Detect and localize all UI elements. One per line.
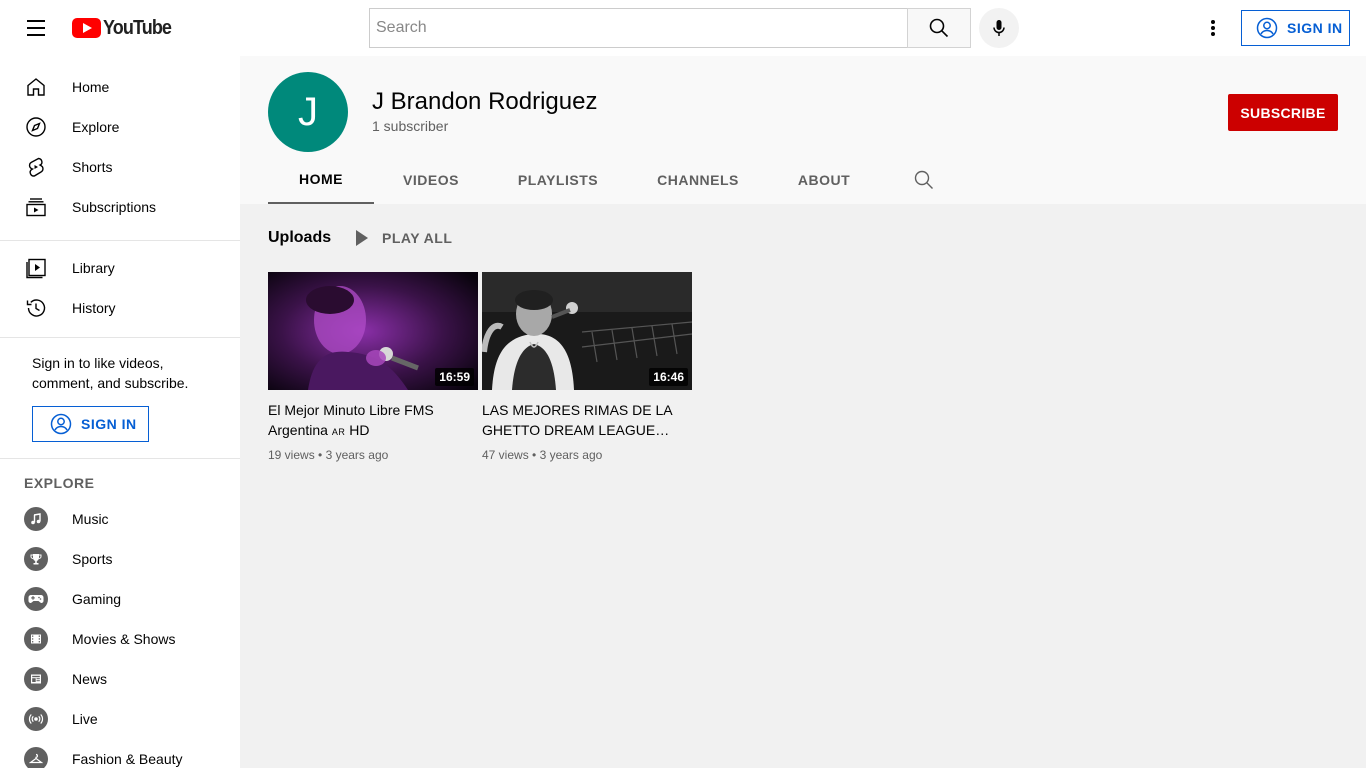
- sidebar-item-movies-shows[interactable]: Movies & Shows: [0, 619, 240, 659]
- meta-separator: •: [318, 448, 326, 462]
- video-meta: 19 views • 3 years ago: [268, 448, 478, 462]
- gamepad-icon: [24, 587, 48, 611]
- channel-content: Uploads PLAY ALL 16:59 El Mejor Minuto L…: [240, 204, 1366, 768]
- video-title-text: Argentina: [268, 422, 328, 438]
- video-card[interactable]: 16:46 LAS MEJORES RIMAS DE LA GHETTO DRE…: [482, 272, 692, 462]
- play-icon: [356, 230, 368, 246]
- sidebar-item-label: Explore: [72, 119, 120, 135]
- sidebar-item-label: Live: [72, 711, 98, 727]
- history-icon: [24, 296, 48, 320]
- video-views: 19 views: [268, 448, 315, 462]
- subscribe-button[interactable]: SUBSCRIBE: [1228, 94, 1338, 131]
- sidebar-divider: [0, 240, 240, 241]
- sidebar-item-gaming[interactable]: Gaming: [0, 579, 240, 619]
- video-title-text: HD: [349, 422, 370, 438]
- microphone-icon: [993, 20, 1005, 36]
- sidebar-item-explore[interactable]: Explore: [0, 107, 240, 147]
- compass-icon: [24, 115, 48, 139]
- flag-ar-icon: AR: [331, 427, 346, 437]
- sidebar-item-label: Gaming: [72, 591, 122, 607]
- meta-separator: •: [532, 448, 540, 462]
- sidebar-divider: [0, 337, 240, 338]
- video-title-text: El Mejor Minuto Libre FMS: [268, 402, 434, 418]
- sign-in-label: SIGN IN: [81, 416, 137, 432]
- sidebar-sign-in-button[interactable]: SIGN IN: [32, 406, 149, 442]
- sidebar-item-label: Music: [72, 511, 109, 527]
- video-card[interactable]: 16:59 El Mejor Minuto Libre FMS Argentin…: [268, 272, 478, 462]
- live-icon: [24, 707, 48, 731]
- youtube-play-icon: [72, 18, 101, 38]
- menu-icon[interactable]: [24, 18, 48, 38]
- tab-about[interactable]: ABOUT: [768, 156, 880, 204]
- sidebar-item-label: Shorts: [72, 159, 113, 175]
- play-all-button[interactable]: PLAY ALL: [354, 228, 452, 248]
- explore-heading: EXPLORE: [24, 475, 95, 491]
- music-icon: [24, 507, 48, 531]
- sidebar-item-live[interactable]: Live: [0, 699, 240, 739]
- search-icon: [929, 18, 949, 38]
- sign-in-prompt: Sign in to like videos, comment, and sub…: [32, 355, 189, 391]
- sidebar-item-music[interactable]: Music: [0, 499, 240, 539]
- tab-playlists[interactable]: PLAYLISTS: [488, 156, 628, 204]
- library-icon: [24, 256, 48, 280]
- shorts-icon: [24, 155, 48, 179]
- sidebar-item-sports[interactable]: Sports: [0, 539, 240, 579]
- settings-menu-icon[interactable]: [1201, 16, 1225, 40]
- search-box: [369, 8, 908, 48]
- home-icon: [24, 75, 48, 99]
- sidebar: Home Explore Shorts Subscriptions Librar…: [0, 56, 240, 768]
- sidebar-divider: [0, 458, 240, 459]
- sidebar-item-label: News: [72, 671, 108, 687]
- sidebar-item-label: Library: [72, 260, 115, 276]
- sidebar-item-label: History: [72, 300, 116, 316]
- masthead: YouTube SIGN IN: [0, 0, 1366, 56]
- sign-in-label: SIGN IN: [1287, 20, 1343, 36]
- youtube-logo[interactable]: YouTube: [72, 17, 179, 39]
- sidebar-item-fashion-beauty[interactable]: Fashion & Beauty: [0, 739, 240, 768]
- search-input[interactable]: [370, 9, 908, 47]
- channel-search-icon[interactable]: [912, 168, 936, 192]
- sidebar-item-news[interactable]: News: [0, 659, 240, 699]
- channel-name: J Brandon Rodriguez: [372, 88, 598, 115]
- logo-text: YouTube: [103, 16, 172, 39]
- sidebar-item-library[interactable]: Library: [0, 248, 240, 288]
- account-icon: [1256, 17, 1278, 39]
- tab-videos[interactable]: VIDEOS: [374, 156, 488, 204]
- sidebar-item-history[interactable]: History: [0, 288, 240, 328]
- sidebar-item-label: Fashion & Beauty: [72, 751, 183, 767]
- sidebar-item-label: Home: [72, 79, 110, 95]
- channel-header: J J Brandon Rodriguez 1 subscriber SUBSC…: [240, 56, 1366, 204]
- video-duration: 16:46: [649, 368, 688, 386]
- uploads-heading[interactable]: Uploads: [268, 229, 331, 247]
- sidebar-item-label: Movies & Shows: [72, 631, 176, 647]
- video-views: 47 views: [482, 448, 529, 462]
- tab-channels[interactable]: CHANNELS: [628, 156, 768, 204]
- video-meta: 47 views • 3 years ago: [482, 448, 692, 462]
- video-thumbnail[interactable]: 16:59: [268, 272, 478, 390]
- subscriptions-icon: [24, 195, 48, 219]
- account-icon: [50, 413, 72, 435]
- voice-search-button[interactable]: [979, 8, 1019, 48]
- hanger-icon: [24, 747, 48, 768]
- video-thumbnail[interactable]: 16:46: [482, 272, 692, 390]
- sidebar-item-shorts[interactable]: Shorts: [0, 147, 240, 187]
- subscriber-count: 1 subscriber: [372, 118, 449, 134]
- video-title[interactable]: LAS MEJORES RIMAS DE LA GHETTO DREAM LEA…: [482, 400, 692, 440]
- sidebar-item-subscriptions[interactable]: Subscriptions: [0, 187, 240, 227]
- video-age: 3 years ago: [539, 448, 603, 462]
- play-all-label: PLAY ALL: [382, 230, 453, 246]
- news-icon: [24, 667, 48, 691]
- trophy-icon: [24, 547, 48, 571]
- channel-avatar[interactable]: J: [268, 72, 348, 152]
- sidebar-item-home[interactable]: Home: [0, 67, 240, 107]
- video-age: 3 years ago: [325, 448, 389, 462]
- video-title[interactable]: El Mejor Minuto Libre FMS Argentina AR H…: [268, 400, 478, 440]
- sign-in-button[interactable]: SIGN IN: [1241, 10, 1350, 46]
- sidebar-item-label: Sports: [72, 551, 113, 567]
- search-button[interactable]: [907, 8, 971, 48]
- tab-home[interactable]: HOME: [268, 156, 374, 204]
- video-duration: 16:59: [435, 368, 474, 386]
- sidebar-item-label: Subscriptions: [72, 199, 157, 215]
- film-icon: [24, 627, 48, 651]
